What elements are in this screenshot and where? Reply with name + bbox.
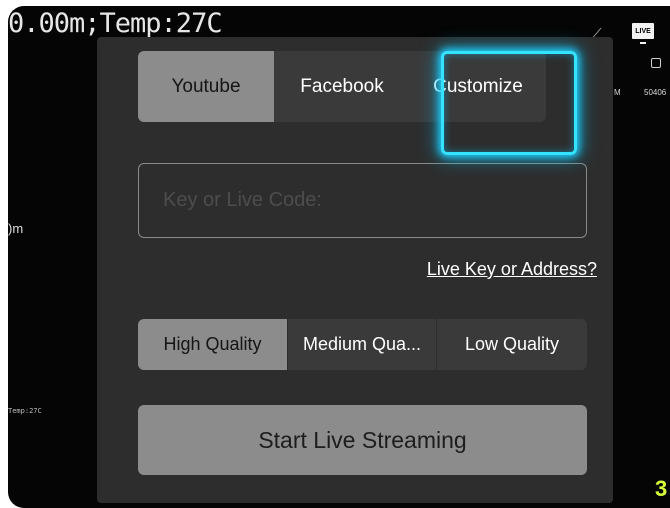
camera-preview: 0.00m;Temp:27C )m Temp:27C ⟋ LIVE M 5040… xyxy=(8,6,670,508)
storage-label: M xyxy=(614,88,621,97)
temperature-label: Temp:27C xyxy=(8,407,42,415)
telemetry-readout: 0.00m;Temp:27C xyxy=(8,8,223,39)
marker-icon: 3 xyxy=(655,476,668,501)
live-icon[interactable]: LIVE xyxy=(632,23,654,44)
live-key-help-link[interactable]: Live Key or Address? xyxy=(427,259,597,280)
key-or-live-code-input[interactable] xyxy=(138,163,587,238)
platform-customize-tab[interactable]: Customize xyxy=(410,51,546,122)
platform-youtube-tab[interactable]: Youtube xyxy=(138,51,274,122)
quality-high-option[interactable]: High Quality xyxy=(138,319,288,370)
quality-selector: High Quality Medium Qua... Low Quality xyxy=(138,319,587,370)
quality-low-option[interactable]: Low Quality xyxy=(437,319,587,370)
card-label: 50406 xyxy=(644,88,667,97)
quality-medium-option[interactable]: Medium Qua... xyxy=(288,319,437,370)
platform-facebook-tab[interactable]: Facebook xyxy=(274,51,410,122)
platform-selector: Youtube Facebook Customize xyxy=(138,51,546,122)
left-telemetry-label: )m xyxy=(8,221,24,236)
start-live-streaming-button[interactable]: Start Live Streaming xyxy=(138,405,587,475)
live-streaming-dialog: Youtube Facebook Customize Live Key or A… xyxy=(97,37,613,503)
card-icon xyxy=(651,58,661,68)
